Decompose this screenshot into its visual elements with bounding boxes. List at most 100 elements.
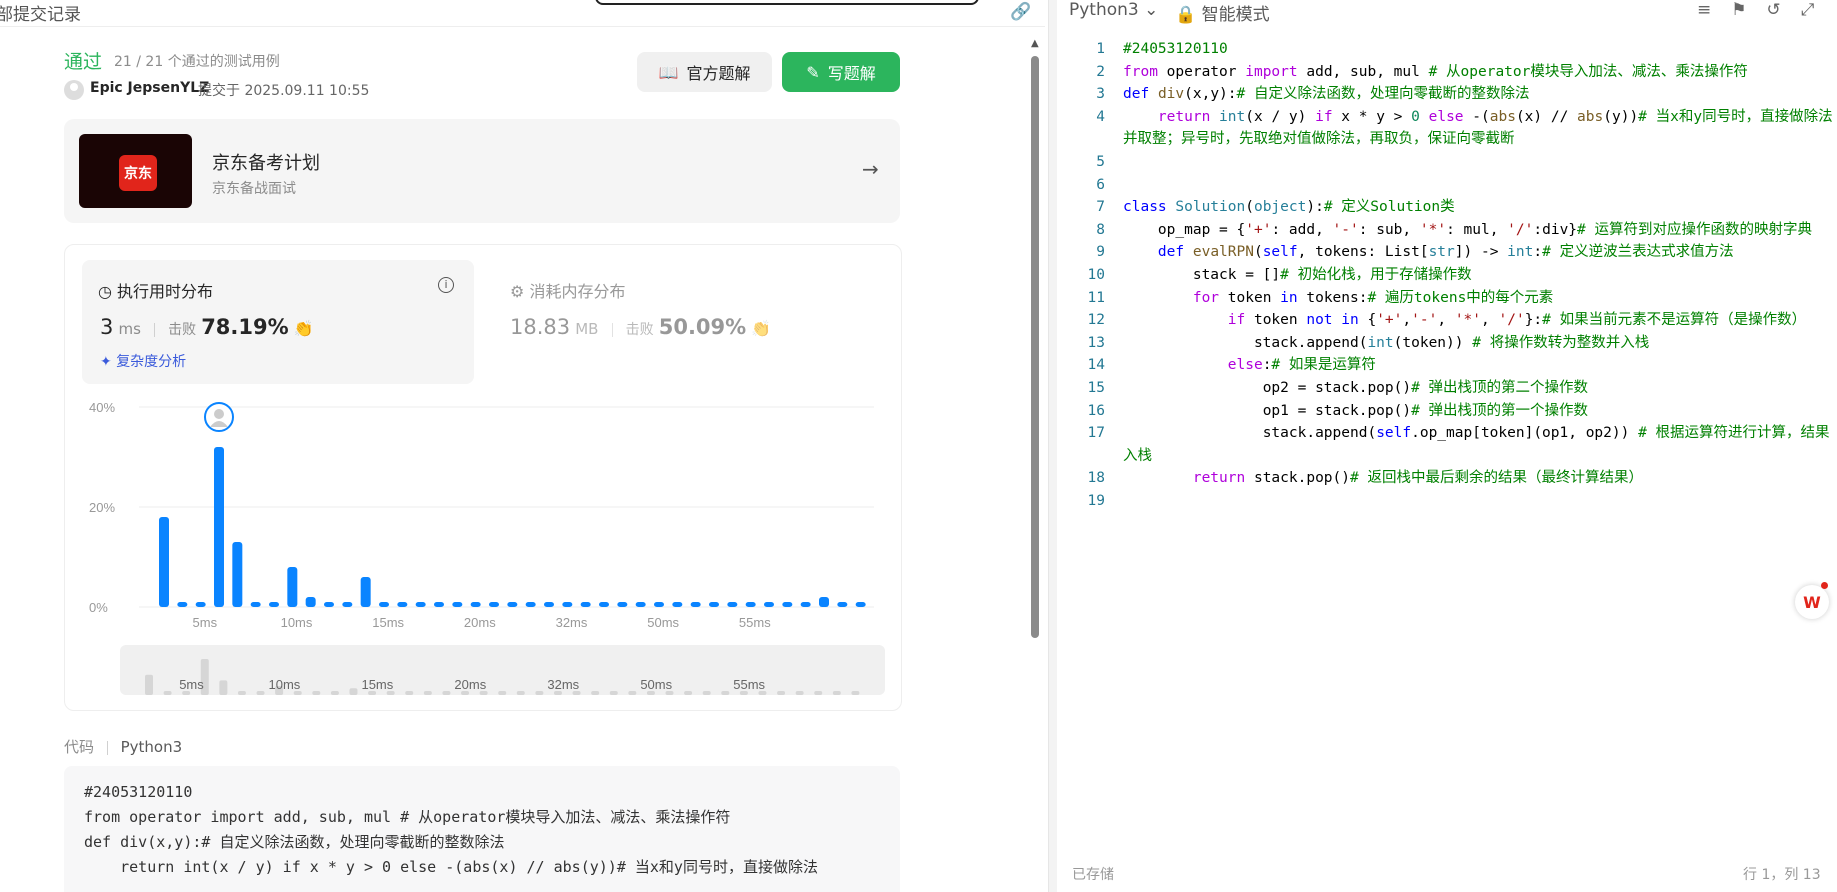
complexity-analysis-link[interactable]: ✦ 复杂度分析 [100, 351, 186, 371]
editor-panel: Python3 ⌄ 🔒 智能模式 ≡⚑↺⤢ 1 #24053120110 2 fro… [1057, 0, 1837, 892]
editor-toolbar: Python3 ⌄ 🔒 智能模式 ≡⚑↺⤢ [1057, 0, 1837, 25]
clap-icon: 👏 [751, 319, 772, 338]
memory-tab[interactable]: ⚙ 消耗内存分布 [510, 278, 625, 302]
mini-bar [832, 691, 841, 695]
arrow-right-icon[interactable]: → [862, 157, 879, 181]
clap-icon: 👏 [293, 319, 314, 338]
scrollbar[interactable] [1031, 56, 1039, 638]
runtime-heading: ◷ 执行用时分布 [98, 278, 213, 302]
official-solution-button[interactable]: 📖 官方题解 [637, 52, 772, 92]
mini-bar [609, 691, 618, 695]
avatar-head [214, 409, 224, 419]
code-line: 17 stack.append(self.op_map[token](op1, … [1087, 425, 1830, 464]
editor-toolbar-icons: ≡⚑↺⤢ [1697, 0, 1834, 20]
promo-card[interactable]: 京东 京东备考计划 京东备战面试 → [64, 119, 900, 223]
runtime-number: 3 [100, 315, 114, 339]
x-tick-label: 10ms [281, 615, 313, 630]
y-tick-label: 40% [89, 400, 115, 415]
bar [250, 602, 261, 607]
mini-bar [814, 691, 823, 695]
mini-x-label: 55ms [733, 677, 765, 692]
chip-icon: ⚙ [510, 282, 530, 301]
mini-bar [423, 691, 432, 695]
mini-overview-chart: 5ms 10ms 15ms 20ms 32ms 50ms 55ms [145, 659, 860, 695]
code-line: 12 if token not in {'+','-', '*', '/'}:#… [1087, 312, 1807, 329]
x-tick-label: 32ms [556, 615, 588, 630]
link-icon[interactable]: 🔗 [1010, 2, 1031, 22]
bar [159, 517, 169, 607]
language-label: Python3 [1069, 0, 1139, 20]
bar [452, 602, 463, 607]
cursor-position: 行 1，列 13 [1743, 867, 1821, 883]
language-select[interactable]: Python3 ⌄ [1069, 0, 1158, 20]
reset-icon[interactable]: ↺ [1767, 0, 1801, 20]
runtime-card[interactable]: ◷ 执行用时分布 i 3 ms 击败 78.19% 👏 ✦ 复杂度分析 [82, 260, 474, 384]
code-preview: #24053120110 from operator import add, s… [64, 766, 900, 892]
y-tick-label: 0% [89, 600, 108, 615]
bar [232, 542, 243, 607]
code-editor[interactable]: 1 #24053120110 2 from operator import add,… [1057, 38, 1837, 512]
promo-subtitle: 京东备战面试 [212, 181, 296, 197]
wps-assistant-icon[interactable]: W [1795, 585, 1829, 619]
code-line: 14 else:# 如果是运算符 [1087, 357, 1376, 374]
chevron-down-icon: ⌄ [1144, 0, 1159, 20]
mini-x-label: 10ms [269, 677, 301, 692]
bar [580, 602, 591, 607]
mini-bar [145, 674, 153, 695]
bar [690, 602, 701, 607]
mini-bar [721, 691, 730, 695]
bar [819, 597, 829, 607]
write-solution-button[interactable]: ✎ 写题解 [782, 52, 900, 92]
code-line: 11 for token in tokens:# 遍历tokens中的每个元素 [1087, 289, 1554, 306]
runtime-heading-text: 执行用时分布 [117, 282, 214, 301]
code-line: 3 def div(x,y):# 自定义除法函数，处理向零截断的整数除法 [1096, 86, 1530, 103]
panel-resizer[interactable] [1048, 0, 1057, 892]
mini-bar [591, 691, 600, 695]
code-preview-text: #24053120110 from operator import add, s… [84, 783, 818, 876]
code-line: 16 op1 = stack.pop()# 弹出栈顶的第一个操作数 [1087, 402, 1589, 419]
mode-label: 智能模式 [1201, 5, 1270, 25]
mini-bar [535, 691, 544, 695]
bar [470, 602, 481, 607]
code-line: 10 stack = []# 初始化栈，用于存储操作数 [1087, 266, 1472, 283]
scroll-up-arrow[interactable]: ▲ [1031, 38, 1039, 49]
bar [360, 577, 371, 607]
bar [599, 602, 609, 607]
sparkle-icon: ✦ [100, 354, 117, 370]
avatar[interactable] [64, 80, 84, 100]
bar [269, 602, 279, 607]
code-line: 15 op2 = stack.pop()# 弹出栈顶的第二个操作数 [1087, 379, 1589, 396]
mini-bar [795, 691, 804, 695]
smart-mode[interactable]: 🔒 智能模式 [1175, 0, 1270, 25]
memory-beat-label: 击败 [625, 322, 654, 338]
runtime-distribution-chart[interactable]: 40% 20% 0% 5ms 10ms 15ms 20ms 32ms 50ms 55ms [84, 392, 884, 632]
mini-bar [349, 688, 358, 695]
info-icon[interactable]: i [438, 277, 454, 293]
bar [672, 602, 683, 607]
bar [177, 602, 188, 607]
status-text: 通过 [64, 51, 103, 73]
mini-bar [498, 691, 507, 695]
tab-all-submissions[interactable]: 部提交记录 [0, 0, 81, 25]
divider [106, 740, 108, 755]
code-line: 13 stack.append(int(token)) # 将操作数转为整数并入… [1087, 334, 1650, 351]
code-line: 2 from operator import add, sub, mul # 从o… [1096, 63, 1748, 80]
format-icon[interactable]: ≡ [1697, 0, 1731, 20]
bar [305, 597, 316, 607]
username[interactable]: Epic JepsenYLZ [90, 80, 209, 96]
chart-range-slider[interactable]: 5ms 10ms 15ms 20ms 32ms 50ms 55ms [120, 645, 885, 695]
mini-bar [442, 691, 451, 695]
floating-overlay [595, 0, 979, 5]
bar [544, 602, 554, 607]
complexity-label: 复杂度分析 [116, 354, 187, 370]
bar [397, 602, 408, 607]
y-tick-label: 20% [89, 500, 115, 515]
mini-x-label: 50ms [640, 677, 672, 692]
runtime-beat-label: 击败 [168, 322, 197, 338]
mini-bar [851, 691, 860, 695]
bar [782, 602, 793, 607]
bookmark-icon[interactable]: ⚑ [1731, 0, 1766, 20]
divider [611, 322, 613, 337]
fullscreen-icon[interactable]: ⤢ [1801, 0, 1835, 20]
mini-bar [237, 691, 246, 695]
